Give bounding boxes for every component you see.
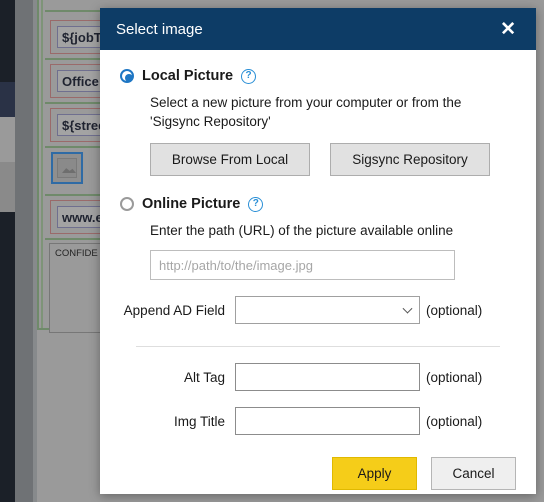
online-picture-help-icon[interactable]: ? bbox=[248, 196, 264, 212]
editor-rail-divider bbox=[33, 0, 37, 502]
image-placeholder-icon bbox=[57, 158, 77, 178]
online-picture-option[interactable]: Online Picture ? bbox=[120, 196, 516, 212]
apply-button[interactable]: Apply bbox=[332, 457, 417, 490]
local-picture-description: Select a new picture from your computer … bbox=[150, 95, 462, 129]
img-title-input[interactable] bbox=[235, 407, 420, 435]
dialog-title: Select image bbox=[116, 20, 203, 38]
local-picture-help-icon[interactable]: ? bbox=[241, 68, 257, 84]
dialog-footer: Apply Cancel bbox=[100, 435, 536, 490]
sidebar-thumb-top[interactable] bbox=[0, 117, 15, 162]
alt-tag-row: Alt Tag (optional) bbox=[120, 363, 516, 391]
dialog-body: Local Picture ? Select a new picture fro… bbox=[100, 50, 536, 435]
close-icon[interactable]: ✕ bbox=[496, 18, 520, 41]
append-ad-field-select[interactable] bbox=[235, 296, 420, 324]
alt-tag-label: Alt Tag bbox=[183, 369, 225, 385]
app-sidebar bbox=[0, 0, 15, 502]
sidebar-active-item[interactable] bbox=[0, 82, 15, 117]
append-ad-field-label: Append AD Field bbox=[123, 302, 225, 318]
sigsync-repository-button[interactable]: Sigsync Repository bbox=[330, 143, 490, 176]
local-picture-buttons: Browse From Local Sigsync Repository bbox=[150, 143, 516, 176]
cancel-button[interactable]: Cancel bbox=[431, 457, 516, 490]
online-picture-radio[interactable] bbox=[120, 197, 134, 211]
select-image-dialog: Select image ✕ Local Picture ? Select a … bbox=[100, 8, 536, 494]
browse-from-local-button[interactable]: Browse From Local bbox=[150, 143, 310, 176]
img-title-optional: (optional) bbox=[426, 413, 483, 429]
img-title-row: Img Title (optional) bbox=[120, 407, 516, 435]
chevron-down-icon bbox=[402, 303, 413, 314]
local-picture-radio[interactable] bbox=[120, 69, 134, 83]
append-ad-field-row: Append AD Field (optional) bbox=[120, 296, 516, 324]
alt-tag-optional: (optional) bbox=[426, 369, 483, 385]
online-picture-description: Enter the path (URL) of the picture avai… bbox=[150, 223, 454, 238]
img-title-label: Img Title bbox=[173, 413, 225, 429]
editor-scrollbar[interactable] bbox=[15, 0, 33, 502]
alt-tag-input[interactable] bbox=[235, 363, 420, 391]
online-picture-label: Online Picture bbox=[142, 196, 241, 212]
append-ad-field-optional: (optional) bbox=[426, 302, 483, 318]
dialog-header: Select image ✕ bbox=[100, 8, 536, 50]
image-url-input[interactable] bbox=[150, 250, 455, 280]
local-picture-option[interactable]: Local Picture ? bbox=[120, 68, 516, 84]
image-placeholder[interactable] bbox=[51, 152, 83, 184]
local-picture-label: Local Picture bbox=[142, 68, 234, 84]
section-divider bbox=[136, 346, 500, 347]
canvas-guide-left bbox=[37, 0, 39, 330]
canvas-guide-left2 bbox=[41, 0, 43, 330]
